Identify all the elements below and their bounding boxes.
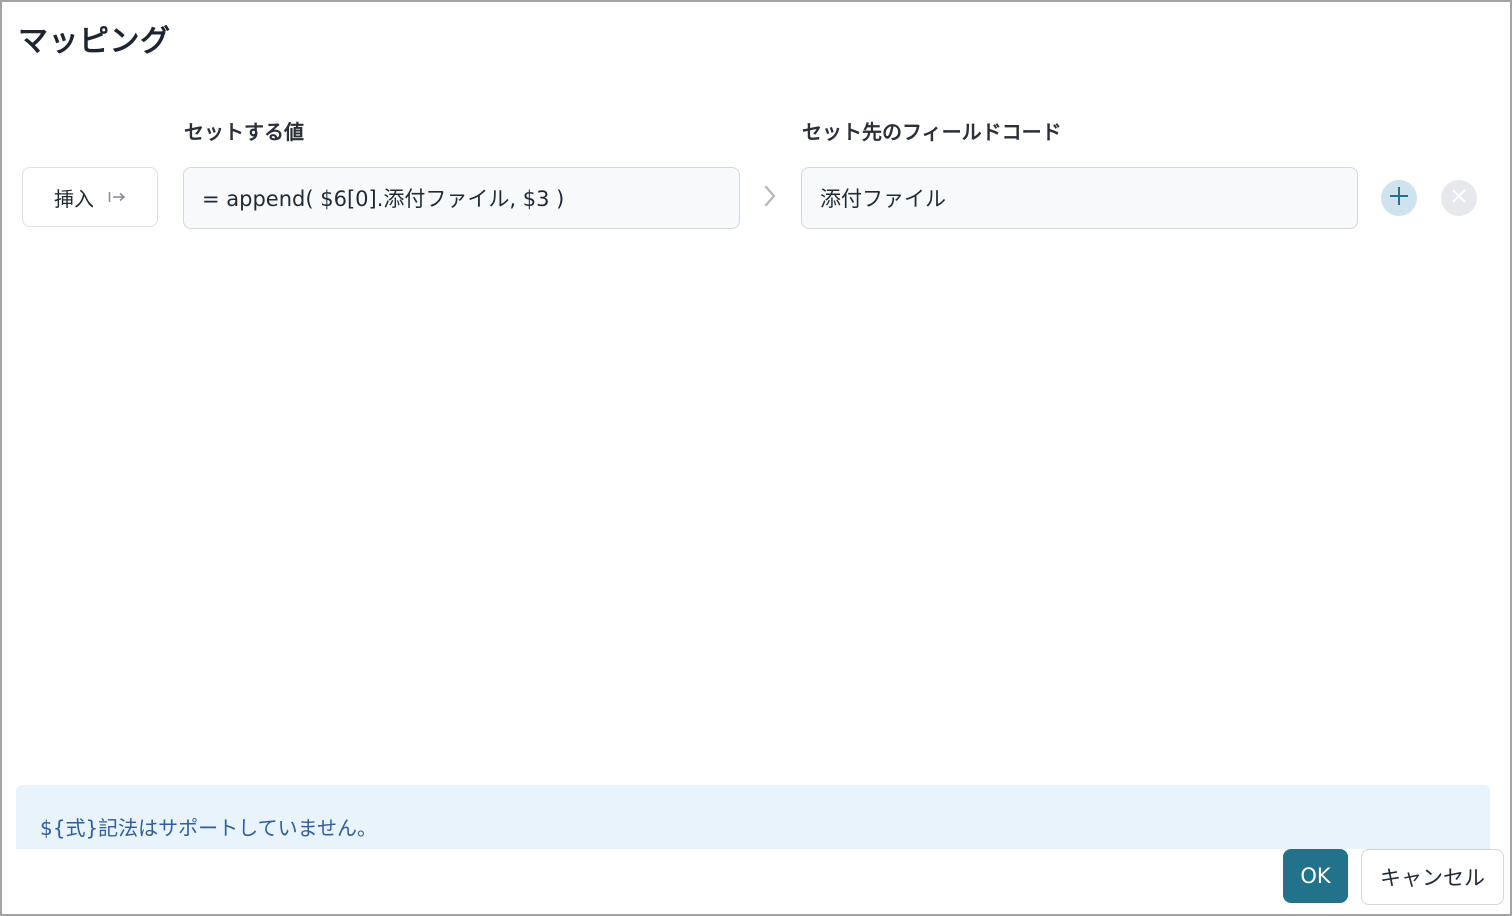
mapping-dialog: マッピング セットする値 セット先のフィールドコード 挿入 = append( … xyxy=(0,0,1512,916)
info-banner: ${式}記法はサポートしていません。 xyxy=(16,785,1490,849)
value-expression-input[interactable]: = append( $6[0].添付ファイル, $3 ) xyxy=(183,167,740,229)
remove-row-button[interactable] xyxy=(1441,180,1477,216)
ok-button[interactable]: OK xyxy=(1283,849,1348,903)
plus-icon xyxy=(1388,185,1410,211)
dialog-title: マッピング xyxy=(18,24,171,59)
value-expression-text: = append( $6[0].添付ファイル, $3 ) xyxy=(202,187,565,211)
field-code-text: 添付ファイル xyxy=(820,187,946,211)
chevron-right-icon xyxy=(760,183,780,209)
add-row-button[interactable] xyxy=(1381,180,1417,216)
insert-button-label: 挿入 xyxy=(54,186,94,211)
insert-button[interactable]: 挿入 xyxy=(22,167,158,227)
close-icon xyxy=(1449,186,1469,210)
field-code-input[interactable]: 添付ファイル xyxy=(801,167,1358,229)
insert-arrow-icon xyxy=(108,190,126,204)
cancel-button[interactable]: キャンセル xyxy=(1361,849,1504,905)
value-column-header: セットする値 xyxy=(184,120,304,144)
info-message: ${式}記法はサポートしていません。 xyxy=(40,816,377,840)
field-column-header: セット先のフィールドコード xyxy=(802,120,1062,144)
